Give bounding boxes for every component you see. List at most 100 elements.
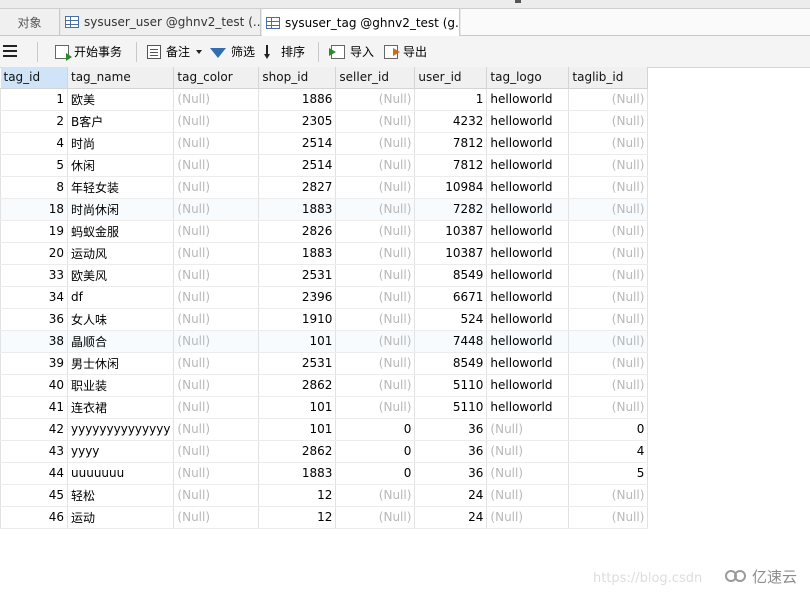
tab-sysuser-tag[interactable]: sysuser_tag @ghnv2_test (g... <box>262 9 460 36</box>
cell-shop-id[interactable]: 2305 <box>258 110 337 133</box>
cell-tag-logo[interactable]: (Null) <box>486 484 570 507</box>
cell-taglib-id[interactable]: (Null) <box>568 352 649 375</box>
table-row[interactable]: 44 uuuuuuu (Null) 1883 0 36 (Null) 5 <box>0 462 649 485</box>
cell-taglib-id[interactable]: (Null) <box>568 242 649 265</box>
tab-objects[interactable]: 对象 <box>0 9 60 35</box>
cell-tag-name[interactable]: 蚂蚁金服 <box>67 220 175 243</box>
table-row[interactable]: 5 休闲 (Null) 2514 (Null) 7812 helloworld (Null) <box>0 154 649 177</box>
column-header-tag-name[interactable]: tag_name <box>67 67 175 89</box>
cell-tag-id[interactable]: 20 <box>0 242 68 265</box>
cell-taglib-id[interactable]: 0 <box>568 418 649 441</box>
cell-tag-color[interactable]: (Null) <box>173 352 260 375</box>
table-row[interactable]: 33 欧美风 (Null) 2531 (Null) 8549 helloworld (Null… <box>0 264 649 287</box>
cell-tag-name[interactable]: 男士休闲 <box>67 352 175 375</box>
cell-tag-id[interactable]: 4 <box>0 132 68 155</box>
cell-taglib-id[interactable]: (Null) <box>568 132 649 155</box>
cell-tag-logo[interactable]: helloworld <box>486 242 570 265</box>
cell-tag-name[interactable]: 职业装 <box>67 374 175 397</box>
export-button[interactable]: 导出 <box>384 36 427 67</box>
table-row[interactable]: 40 职业装 (Null) 2862 (Null) 5110 helloworld (Null… <box>0 374 649 397</box>
cell-shop-id[interactable]: 1910 <box>258 308 337 331</box>
table-row[interactable]: 34 df (Null) 2396 (Null) 6671 helloworld (Null) <box>0 286 649 309</box>
cell-seller-id[interactable]: (Null) <box>335 88 416 111</box>
cell-tag-name[interactable]: 欧美 <box>67 88 175 111</box>
table-row[interactable]: 43 yyyy (Null) 2862 0 36 (Null) 4 <box>0 440 649 463</box>
cell-seller-id[interactable]: 0 <box>335 462 416 485</box>
cell-tag-name[interactable]: 年轻女装 <box>67 176 175 199</box>
cell-tag-logo[interactable]: (Null) <box>486 462 570 485</box>
cell-tag-id[interactable]: 44 <box>0 462 68 485</box>
cell-tag-name[interactable]: 运动 <box>67 506 175 529</box>
cell-tag-name[interactable]: 时尚 <box>67 132 175 155</box>
cell-tag-logo[interactable]: helloworld <box>486 264 570 287</box>
cell-user-id[interactable]: 6671 <box>414 286 488 309</box>
table-row[interactable]: 4 时尚 (Null) 2514 (Null) 7812 helloworld (Null) <box>0 132 649 155</box>
cell-tag-color[interactable]: (Null) <box>173 484 260 507</box>
cell-tag-logo[interactable]: helloworld <box>486 110 570 133</box>
cell-seller-id[interactable]: (Null) <box>335 132 416 155</box>
cell-tag-id[interactable]: 38 <box>0 330 68 353</box>
import-button[interactable]: 导入 <box>329 36 374 67</box>
cell-user-id[interactable]: 5110 <box>414 396 488 419</box>
cell-seller-id[interactable]: (Null) <box>335 110 416 133</box>
cell-tag-id[interactable]: 2 <box>0 110 68 133</box>
begin-transaction-button[interactable]: 开始事务 <box>55 36 122 67</box>
cell-seller-id[interactable]: (Null) <box>335 330 416 353</box>
cell-tag-id[interactable]: 45 <box>0 484 68 507</box>
column-header-user-id[interactable]: user_id <box>414 67 488 89</box>
cell-tag-logo[interactable]: helloworld <box>486 396 570 419</box>
cell-tag-id[interactable]: 43 <box>0 440 68 463</box>
cell-taglib-id[interactable]: (Null) <box>568 220 649 243</box>
tab-sysuser-user[interactable]: sysuser_user @ghnv2_test (... <box>61 9 261 35</box>
table-row[interactable]: 41 连衣裙 (Null) 101 (Null) 5110 helloworld (Null) <box>0 396 649 419</box>
filter-button[interactable]: 筛选 <box>210 36 255 67</box>
cell-tag-logo[interactable]: helloworld <box>486 88 570 111</box>
cell-tag-name[interactable]: df <box>67 286 175 309</box>
table-row[interactable]: 1 欧美 (Null) 1886 (Null) 1 helloworld (Null) <box>0 88 649 111</box>
cell-tag-color[interactable]: (Null) <box>173 132 260 155</box>
cell-shop-id[interactable]: 12 <box>258 506 337 529</box>
cell-tag-id[interactable]: 42 <box>0 418 68 441</box>
table-row[interactable]: 38 晶顺合 (Null) 101 (Null) 7448 helloworld (Null) <box>0 330 649 353</box>
cell-tag-name[interactable]: yyyyyyyyyyyyyy <box>67 418 175 441</box>
cell-user-id[interactable]: 10387 <box>414 242 488 265</box>
table-row[interactable]: 20 运动风 (Null) 1883 (Null) 10387 helloworld (Nul… <box>0 242 649 265</box>
column-header-tag-logo[interactable]: tag_logo <box>486 67 570 89</box>
cell-tag-id[interactable]: 18 <box>0 198 68 221</box>
cell-tag-logo[interactable]: helloworld <box>486 286 570 309</box>
cell-taglib-id[interactable]: (Null) <box>568 506 649 529</box>
cell-shop-id[interactable]: 1886 <box>258 88 337 111</box>
cell-shop-id[interactable]: 2827 <box>258 176 337 199</box>
cell-seller-id[interactable]: (Null) <box>335 286 416 309</box>
cell-tag-name[interactable]: 运动风 <box>67 242 175 265</box>
cell-seller-id[interactable]: (Null) <box>335 176 416 199</box>
cell-taglib-id[interactable]: (Null) <box>568 154 649 177</box>
cell-taglib-id[interactable]: 4 <box>568 440 649 463</box>
cell-shop-id[interactable]: 1883 <box>258 242 337 265</box>
cell-user-id[interactable]: 36 <box>414 440 488 463</box>
cell-shop-id[interactable]: 2514 <box>258 132 337 155</box>
cell-user-id[interactable]: 7812 <box>414 154 488 177</box>
chevron-down-icon[interactable] <box>196 49 203 54</box>
column-header-tag-id[interactable]: tag_id <box>0 67 68 89</box>
cell-user-id[interactable]: 10387 <box>414 220 488 243</box>
cell-tag-id[interactable]: 40 <box>0 374 68 397</box>
cell-tag-id[interactable]: 33 <box>0 264 68 287</box>
cell-user-id[interactable]: 524 <box>414 308 488 331</box>
cell-tag-logo[interactable]: helloworld <box>486 154 570 177</box>
cell-tag-name[interactable]: 轻松 <box>67 484 175 507</box>
column-header-shop-id[interactable]: shop_id <box>258 67 337 89</box>
cell-shop-id[interactable]: 2396 <box>258 286 337 309</box>
cell-taglib-id[interactable]: (Null) <box>568 286 649 309</box>
column-header-taglib-id[interactable]: taglib_id <box>568 67 649 89</box>
cell-tag-logo[interactable]: helloworld <box>486 308 570 331</box>
cell-shop-id[interactable]: 101 <box>258 330 337 353</box>
cell-tag-logo[interactable]: helloworld <box>486 352 570 375</box>
cell-tag-name[interactable]: 欧美风 <box>67 264 175 287</box>
table-row[interactable]: 39 男士休闲 (Null) 2531 (Null) 8549 helloworld (Nul… <box>0 352 649 375</box>
cell-taglib-id[interactable]: (Null) <box>568 484 649 507</box>
cell-taglib-id[interactable]: (Null) <box>568 374 649 397</box>
cell-tag-color[interactable]: (Null) <box>173 242 260 265</box>
cell-seller-id[interactable]: (Null) <box>335 308 416 331</box>
cell-tag-name[interactable]: uuuuuuu <box>67 462 175 485</box>
